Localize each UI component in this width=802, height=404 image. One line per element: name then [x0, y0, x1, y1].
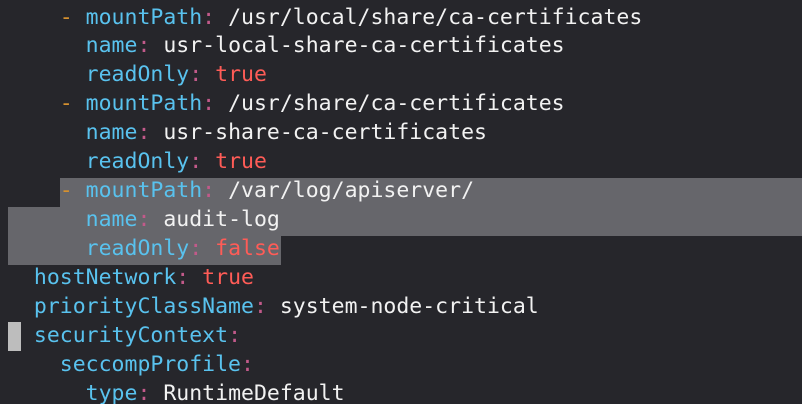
code-line[interactable]: readOnly: true [8, 60, 267, 89]
yaml-boolean-value: true [202, 62, 267, 87]
code-line[interactable]: name: audit-log [8, 205, 280, 234]
code-line[interactable]: priorityClassName: system-node-critical [8, 292, 539, 321]
yaml-colon: : [137, 381, 151, 404]
yaml-colon: : [176, 265, 190, 290]
yaml-key: seccompProfile [59, 352, 241, 377]
yaml-key: mountPath [85, 5, 203, 30]
yaml-colon: : [241, 352, 254, 377]
yaml-key: hostNetwork [33, 265, 177, 290]
yaml-colon: : [189, 236, 203, 261]
code-line[interactable]: readOnly: false [8, 234, 280, 263]
yaml-boolean-value: true [202, 149, 267, 174]
code-line[interactable]: - mountPath: /usr/local/share/ca-certifi… [8, 3, 643, 32]
code-line[interactable]: name: usr-local-share-ca-certificates [8, 31, 565, 60]
code-line[interactable]: hostNetwork: true [8, 263, 254, 292]
code-line[interactable]: - mountPath: /usr/share/ca-certificates [8, 89, 565, 118]
yaml-string-value: RuntimeDefault [150, 381, 345, 404]
yaml-key: priorityClassName [33, 294, 254, 319]
yaml-colon: : [202, 178, 216, 203]
code-line[interactable]: securityContext: [8, 321, 241, 350]
yaml-colon: : [253, 294, 267, 319]
yaml-colon: : [228, 323, 242, 348]
yaml-key: mountPath [85, 91, 203, 116]
yaml-colon: : [137, 33, 151, 58]
code-line[interactable]: readOnly: true [8, 147, 267, 176]
yaml-colon: : [202, 91, 216, 116]
yaml-colon: : [189, 149, 203, 174]
yaml-colon: : [202, 5, 216, 30]
yaml-key: readOnly [85, 62, 190, 87]
list-dash: - [59, 178, 86, 203]
yaml-colon: : [189, 62, 203, 87]
yaml-key: name [85, 33, 138, 58]
code-line[interactable]: name: usr-share-ca-certificates [8, 118, 487, 147]
code-line[interactable]: - mountPath: /var/log/apiserver/ [8, 176, 474, 205]
yaml-key: mountPath [85, 178, 203, 203]
yaml-key: readOnly [85, 236, 190, 261]
yaml-string-value: audit-log [150, 207, 280, 232]
yaml-colon: : [137, 207, 151, 232]
yaml-key: type [85, 381, 138, 404]
yaml-key: name [85, 207, 138, 232]
list-dash: - [59, 5, 86, 30]
yaml-colon: : [137, 120, 151, 145]
yaml-key: readOnly [85, 149, 190, 174]
yaml-string-value: system-node-critical [266, 294, 539, 319]
yaml-string-value: usr-share-ca-certificates [150, 120, 487, 145]
yaml-string-value: /usr/share/ca-certificates [215, 91, 565, 116]
yaml-boolean-value: true [189, 265, 254, 290]
code-line[interactable]: type: RuntimeDefault [8, 379, 345, 404]
yaml-string-value: /var/log/apiserver/ [215, 178, 475, 203]
yaml-string-value: /usr/local/share/ca-certificates [215, 5, 643, 30]
code-editor[interactable]: - mountPath: /usr/local/share/ca-certifi… [0, 0, 802, 404]
yaml-boolean-value: false [202, 236, 280, 261]
yaml-key: securityContext [33, 323, 229, 348]
list-dash: - [59, 91, 86, 116]
yaml-string-value: usr-local-share-ca-certificates [150, 33, 565, 58]
yaml-key: name [85, 120, 138, 145]
code-line[interactable]: seccompProfile: [8, 350, 254, 379]
